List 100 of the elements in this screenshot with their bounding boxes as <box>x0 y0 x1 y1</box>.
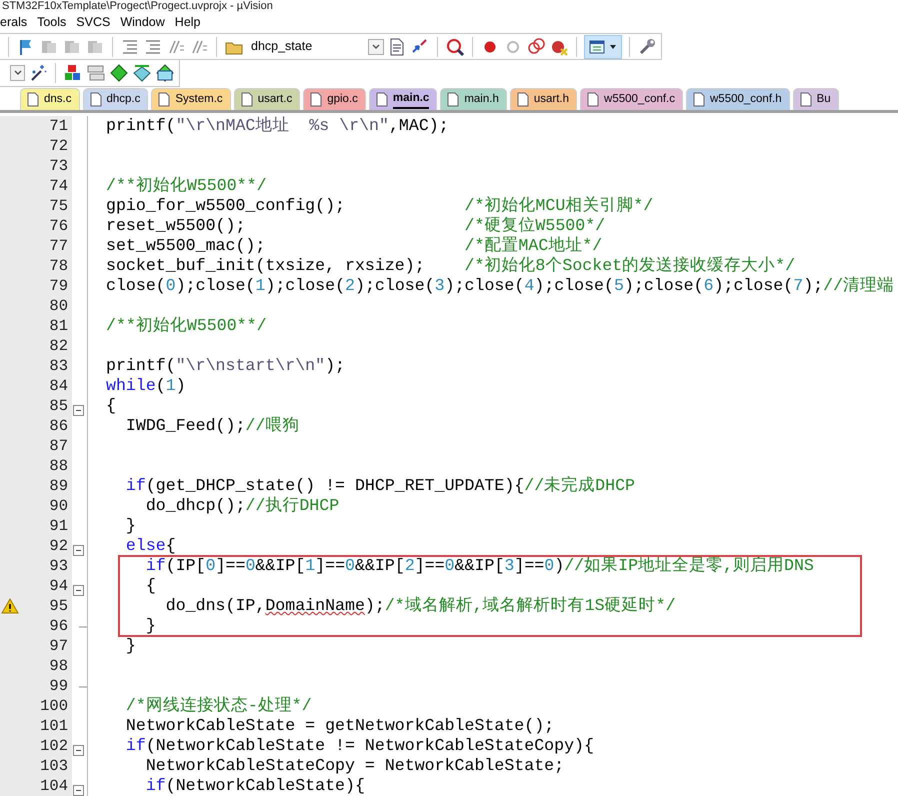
line-number: 83 <box>49 356 68 376</box>
document-icon <box>310 92 322 107</box>
code-line: printf("\r\nMAC地址 %s \r\n",MAC); <box>105 116 449 136</box>
document-icon <box>158 92 170 107</box>
file-tab[interactable]: usart.h <box>510 88 578 110</box>
line-number: 73 <box>49 156 68 176</box>
code-line: reset_w5500(); /*硬复位W5500*/ <box>105 216 606 236</box>
document-icon <box>800 92 812 107</box>
diamond-icon[interactable] <box>109 63 129 83</box>
diamond-icon[interactable] <box>155 63 175 83</box>
code-line: } <box>144 616 156 636</box>
line-number: 92 <box>49 536 68 556</box>
line-number: 76 <box>49 216 68 236</box>
line-number: 91 <box>49 516 68 536</box>
line-number: 95 <box>49 596 68 616</box>
window-title: STM32F10xTemplate\Progect\Progect.uvprojx - µVision <box>1 0 274 13</box>
line-number: 71 <box>49 116 68 136</box>
code-line: } <box>124 516 136 536</box>
blocks-icon[interactable] <box>63 63 83 83</box>
file-tab[interactable]: dhcp.c <box>82 88 148 110</box>
line-number: 87 <box>49 436 68 456</box>
code-line: if(NetworkCableState != NetworkCableStateCopy){ <box>124 736 594 756</box>
code-line: /**初始化W5500**/ <box>105 316 267 336</box>
file-tab[interactable]: dns.c <box>20 88 80 110</box>
file-tab[interactable]: usart.c <box>234 88 300 110</box>
line-number: 103 <box>40 756 68 776</box>
code-line: socket_buf_init(txsize, rxsize); /*初始化8个Socket的发送接收缓存大小*/ <box>105 256 796 276</box>
document-icon <box>587 92 600 107</box>
menu-item[interactable]: SVCS <box>74 13 118 33</box>
circles-icon[interactable] <box>526 36 546 56</box>
code-line: NetworkCableStateCopy = NetworkCableState; <box>144 756 564 776</box>
menu-item[interactable]: Help <box>172 13 209 33</box>
line-number: 100 <box>40 696 68 716</box>
line-number: 98 <box>49 656 68 676</box>
line-number: 101 <box>40 716 68 736</box>
code-line: else{ <box>124 536 176 556</box>
code-line: NetworkCableState = getNetworkCableState(); <box>124 716 554 736</box>
dropdown-button[interactable] <box>10 65 25 81</box>
diamond-icon[interactable] <box>132 63 152 83</box>
line-number: 80 <box>49 296 68 316</box>
line-number: 84 <box>49 376 68 396</box>
line-number: 96 <box>49 616 68 636</box>
line-number: 89 <box>49 476 68 496</box>
file-tab[interactable]: w5500_conf.c <box>580 88 683 110</box>
code-line: if(IP[0]==0&&IP[1]==0&&IP[2]==0&&IP[3]==0)//如果IP地址全是零,则启用DNS <box>144 556 814 576</box>
code-line: do_dhcp();//执行DHCP <box>144 496 340 516</box>
document-icon <box>90 92 102 107</box>
line-number: 77 <box>49 236 68 256</box>
line-number: 75 <box>49 196 68 216</box>
line-number: 74 <box>49 176 68 196</box>
menu-item[interactable]: Window <box>118 13 173 33</box>
line-number: 90 <box>49 496 68 516</box>
code-line: IWDG_Feed();//喂狗 <box>124 416 300 436</box>
document-icon <box>447 92 460 107</box>
wrench-icon[interactable] <box>637 36 657 56</box>
file-tab[interactable]: w5500_conf.h <box>686 88 790 110</box>
code-line: do_dns(IP,DomainName);/*域名解析,域名解析时有1S硬延时*/ <box>164 596 676 616</box>
file-tab[interactable]: main.c <box>368 88 438 110</box>
code-line: set_w5500_mac(); /*配置MAC地址*/ <box>105 236 602 256</box>
code-line: { <box>144 576 156 596</box>
windows-icon[interactable] <box>86 63 106 83</box>
code-line: /*网线连接状态-处理*/ <box>124 696 312 716</box>
window-button[interactable] <box>584 34 622 58</box>
code-line: printf("\r\nstart\r\n"); <box>105 356 346 376</box>
document-icon <box>240 92 253 107</box>
file-tab[interactable]: System.c <box>151 88 231 110</box>
file-tab[interactable]: main.h <box>440 88 507 110</box>
line-number: 104 <box>40 776 68 796</box>
file-tab[interactable]: gpio.c <box>303 88 366 110</box>
code-line: close(0);close(1);close(2);close(3);close(4);close(5);close(6);close(7);//清理端 <box>105 276 894 296</box>
window-icon <box>589 40 605 54</box>
menu-item[interactable]: Tools <box>35 13 74 33</box>
line-number: 85 <box>49 396 68 416</box>
file-tab[interactable]: Bu <box>792 88 839 110</box>
caret-icon <box>371 42 381 52</box>
line-number: 78 <box>49 256 68 276</box>
line-number: 88 <box>49 456 68 476</box>
code-line: gpio_for_w5500_config(); /*初始化MCU相关引脚*/ <box>105 196 654 216</box>
code-line: if(get_DHCP_state() != DHCP_RET_UPDATE){//未完成DHCP <box>124 476 635 496</box>
magnifier-icon[interactable] <box>445 36 465 56</box>
line-number: 93 <box>49 556 68 576</box>
code-line: /**初始化W5500**/ <box>105 176 267 196</box>
line-number: 82 <box>49 336 68 356</box>
document-icon <box>693 92 705 107</box>
document-icon <box>27 92 39 107</box>
line-number: 81 <box>49 316 68 336</box>
code-line: { <box>105 396 116 416</box>
line-number: 99 <box>49 676 68 696</box>
code-line: while(1) <box>105 376 186 396</box>
document-icon <box>376 92 388 107</box>
code-line: } <box>124 636 136 656</box>
line-number: 72 <box>49 136 68 156</box>
document-icon <box>516 92 529 107</box>
code-line: if(NetworkCableState){ <box>144 776 365 796</box>
line-number: 79 <box>49 276 68 296</box>
line-number: 97 <box>49 636 68 656</box>
target-combo[interactable]: dhcp_state <box>247 36 384 56</box>
caret-icon <box>609 44 617 50</box>
menu-item[interactable]: erals <box>0 13 36 33</box>
line-number: 102 <box>40 736 68 756</box>
